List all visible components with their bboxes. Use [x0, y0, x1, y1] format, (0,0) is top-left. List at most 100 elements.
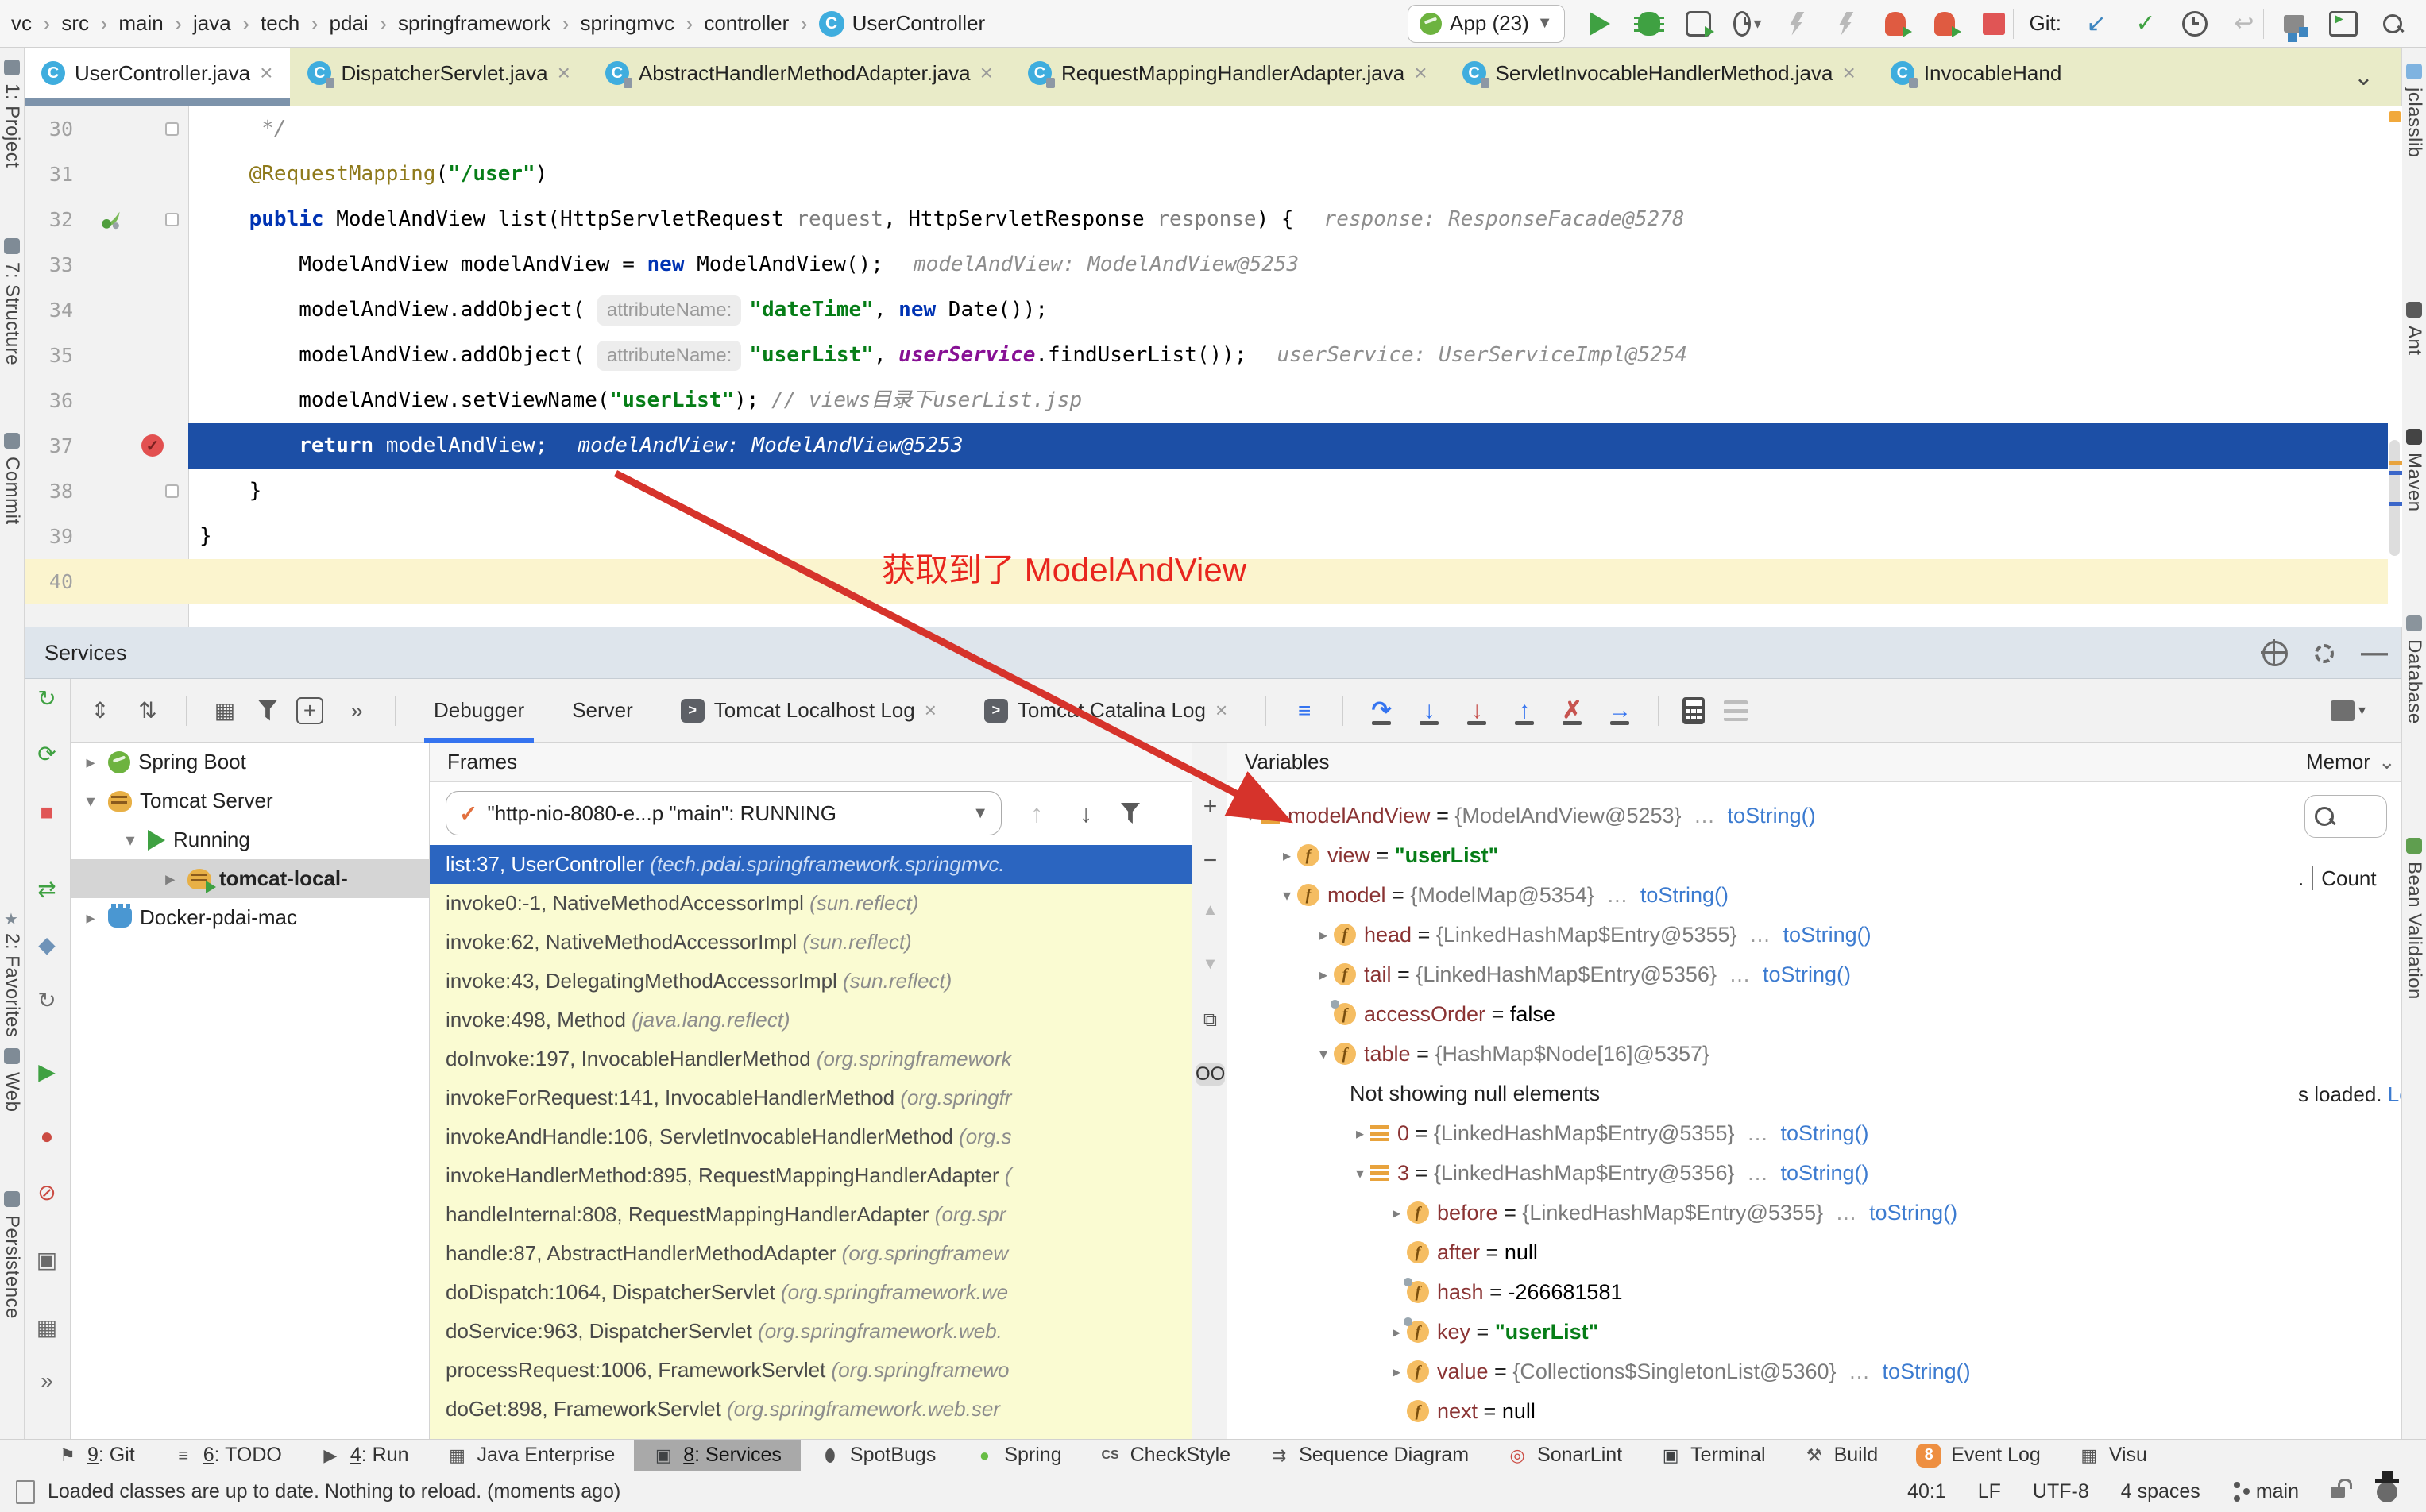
stack-frame-row[interactable]: invokeForRequest:141, InvocableHandlerMe…	[430, 1078, 1192, 1117]
breakpoint-icon[interactable]: ✓	[141, 434, 164, 457]
ant-stripe-button[interactable]: Ant	[2402, 302, 2426, 356]
line-number[interactable]: 39	[24, 514, 73, 559]
hot-swap-icon[interactable]: ●	[24, 1124, 70, 1149]
load-classes-link[interactable]: Loa	[2388, 1082, 2402, 1106]
run-to-cursor-icon[interactable]: →	[1605, 695, 1634, 727]
spotbugs-debug-button[interactable]	[1930, 10, 1959, 38]
jclasslib-stripe-button[interactable]: jclasslib	[2402, 64, 2426, 158]
step-out-icon[interactable]: ↑	[1510, 695, 1539, 727]
run-configuration-selector[interactable]: App (23) ▼	[1408, 5, 1565, 43]
spotbugs-run-button[interactable]	[1881, 10, 1910, 38]
refresh-icon[interactable]: ↻	[24, 987, 70, 1013]
close-icon[interactable]: ×	[1414, 60, 1427, 86]
tool-window-button-todo[interactable]: ≡6: TODO	[154, 1440, 301, 1472]
variable-row[interactable]: ▸fbefore = {LinkedHashMap$Entry@5355} … …	[1227, 1193, 2293, 1232]
chevron-open-icon[interactable]: ▾	[121, 830, 140, 850]
close-icon[interactable]: ×	[558, 60, 570, 86]
unlock-icon[interactable]	[2331, 1487, 2345, 1498]
variable-row[interactable]: ▸0 = {LinkedHashMap$Entry@5355} … toStri…	[1227, 1113, 2293, 1153]
chevron-open-icon[interactable]: ▾	[1313, 1044, 1334, 1064]
remove-watch-icon[interactable]: −	[1192, 847, 1228, 874]
stack-frame-row[interactable]: invokeAndHandle:106, Servlet­InvocableHa…	[430, 1117, 1192, 1156]
editor-scroll-markers[interactable]	[2388, 106, 2402, 627]
tostring-link[interactable]: toString()	[1763, 962, 1851, 987]
git-update-button[interactable]: ↙	[2082, 10, 2111, 38]
chevron-closed-icon[interactable]: ▸	[1313, 925, 1334, 945]
close-icon[interactable]: ×	[925, 698, 937, 723]
tool-window-button-spotbugs[interactable]: ⬮SpotBugs	[801, 1440, 955, 1472]
variable-row[interactable]: ▸fkey = "userList"	[1227, 1312, 2293, 1352]
chevron-closed-icon[interactable]: ▸	[81, 908, 100, 928]
service-tree-item[interactable]: ▸tomcat-local-	[70, 859, 429, 898]
thread-selector[interactable]: ✓ "http-nio-8080-e...p "main": RUNNING ▼	[446, 791, 1002, 835]
add-service-icon[interactable]: +	[296, 697, 323, 724]
variable-row[interactable]: ▾modelAndView = {ModelAndView@5253} … to…	[1227, 796, 2293, 835]
filter-icon[interactable]	[258, 700, 277, 721]
tool-window-button-spring[interactable]: ●Spring	[955, 1440, 1080, 1472]
search-everywhere-button[interactable]	[2378, 10, 2407, 38]
fold-marker-icon[interactable]	[165, 484, 179, 498]
tool-window-button-checkstyle[interactable]: CSCheckStyle	[1081, 1440, 1250, 1472]
structure-stripe-button[interactable]: 7: Structure	[0, 238, 24, 365]
tostring-link[interactable]: toString()	[1783, 923, 1872, 947]
line-number[interactable]: 35	[24, 333, 73, 378]
editor-tab[interactable]: CAbstractHandlerMethodAdapter.java×	[588, 48, 1010, 98]
line-ending[interactable]: LF	[1978, 1480, 2001, 1503]
tool-window-button-sonarlint[interactable]: ◎SonarLint	[1488, 1440, 1641, 1472]
chevron-closed-icon[interactable]: ▸	[1350, 1124, 1370, 1144]
variable-row[interactable]: faccessOrder = false	[1227, 994, 2293, 1034]
indent-setting[interactable]: 4 spaces	[2121, 1480, 2200, 1503]
tostring-link[interactable]: toString()	[1781, 1121, 1869, 1146]
stack-frame-row[interactable]: doService:963, DispatcherServlet (org.sp…	[430, 1312, 1192, 1351]
file-encoding[interactable]: UTF-8	[2033, 1480, 2089, 1503]
variable-row[interactable]: ▸fview = "userList"	[1227, 835, 2293, 875]
chevron-closed-icon[interactable]: ▸	[1386, 1362, 1407, 1382]
editor-tab[interactable]: CServletInvocableHandlerMethod.java×	[1445, 48, 1873, 98]
tool-window-button-run[interactable]: ▶4: Run	[301, 1440, 428, 1472]
tool-window-button-build[interactable]: ⚒Build	[1785, 1440, 1898, 1472]
chevron-closed-icon[interactable]: ▸	[160, 869, 180, 889]
target-icon[interactable]	[2262, 641, 2288, 666]
fold-marker-icon[interactable]	[165, 213, 179, 226]
next-frame-icon[interactable]: ↓	[1072, 799, 1100, 827]
more-icon[interactable]: »	[342, 696, 371, 725]
project-stripe-button[interactable]: 1: Project	[0, 60, 24, 168]
variable-row[interactable]: ▸fvalue = {Collections$SingletonList@536…	[1227, 1352, 2293, 1391]
variables-tree[interactable]: ▾modelAndView = {ModelAndView@5253} … to…	[1227, 782, 2293, 1439]
more-icon[interactable]: »	[24, 1368, 70, 1394]
close-icon[interactable]: ×	[1842, 60, 1855, 86]
chevron-open-icon[interactable]: ▾	[81, 791, 100, 812]
collapse-all-icon[interactable]: ⇅	[133, 696, 162, 725]
gear-icon[interactable]	[2315, 644, 2334, 663]
editor-tab[interactable]: CRequestMappingHandlerAdapter.java×	[1010, 48, 1445, 98]
variable-row[interactable]: Not showing null elements	[1227, 1074, 2293, 1113]
breadcrumb-item[interactable]: springmvc	[581, 11, 674, 36]
code-line-row[interactable]: 38 }	[24, 469, 2402, 514]
hide-frames-filter-icon[interactable]	[1121, 803, 1140, 824]
chevron-closed-icon[interactable]: ▸	[1277, 846, 1297, 866]
chevron-open-icon[interactable]: ▾	[1350, 1163, 1370, 1183]
chevron-closed-icon[interactable]: ▸	[1386, 1203, 1407, 1223]
variable-row[interactable]: ▸ftail = {LinkedHashMap$Entry@5356} … to…	[1227, 955, 2293, 994]
tab-overflow-chevron-icon[interactable]: ⌄	[2354, 64, 2374, 91]
git-history-button[interactable]	[2181, 10, 2209, 38]
layout-settings-icon[interactable]	[2331, 700, 2355, 721]
stack-frame-row[interactable]: doDispatch:1064, DispatcherServlet (org.…	[430, 1273, 1192, 1312]
suspend-icon[interactable]: ▶	[24, 1059, 70, 1085]
breadcrumb-item[interactable]: pdai	[330, 11, 369, 36]
tool-window-button-visu[interactable]: ▦Visu	[2060, 1440, 2166, 1472]
line-number[interactable]: 36	[24, 378, 73, 423]
code-line-row[interactable]: 35 modelAndView.addObject( attributeName…	[24, 333, 2402, 378]
line-number[interactable]: 32	[24, 197, 73, 242]
code-line-row[interactable]: 34 modelAndView.addObject( attributeName…	[24, 287, 2402, 333]
service-tree-item[interactable]: ▾Running	[70, 820, 429, 859]
add-watch-icon[interactable]: +	[1192, 793, 1228, 820]
line-number[interactable]: 33	[24, 242, 73, 287]
expand-all-icon[interactable]: ⇕	[86, 696, 114, 725]
force-step-into-icon[interactable]: ↓	[1462, 695, 1491, 727]
database-stripe-button[interactable]: Database	[2402, 615, 2426, 724]
variable-row[interactable]: ▾ftable = {HashMap$Node[16]@5357}	[1227, 1034, 2293, 1074]
no-entry-icon[interactable]: ⊘	[24, 1179, 70, 1205]
services-tab-debugger[interactable]: Debugger	[419, 679, 539, 742]
watches-glasses-icon[interactable]: OO	[1196, 1063, 1225, 1086]
